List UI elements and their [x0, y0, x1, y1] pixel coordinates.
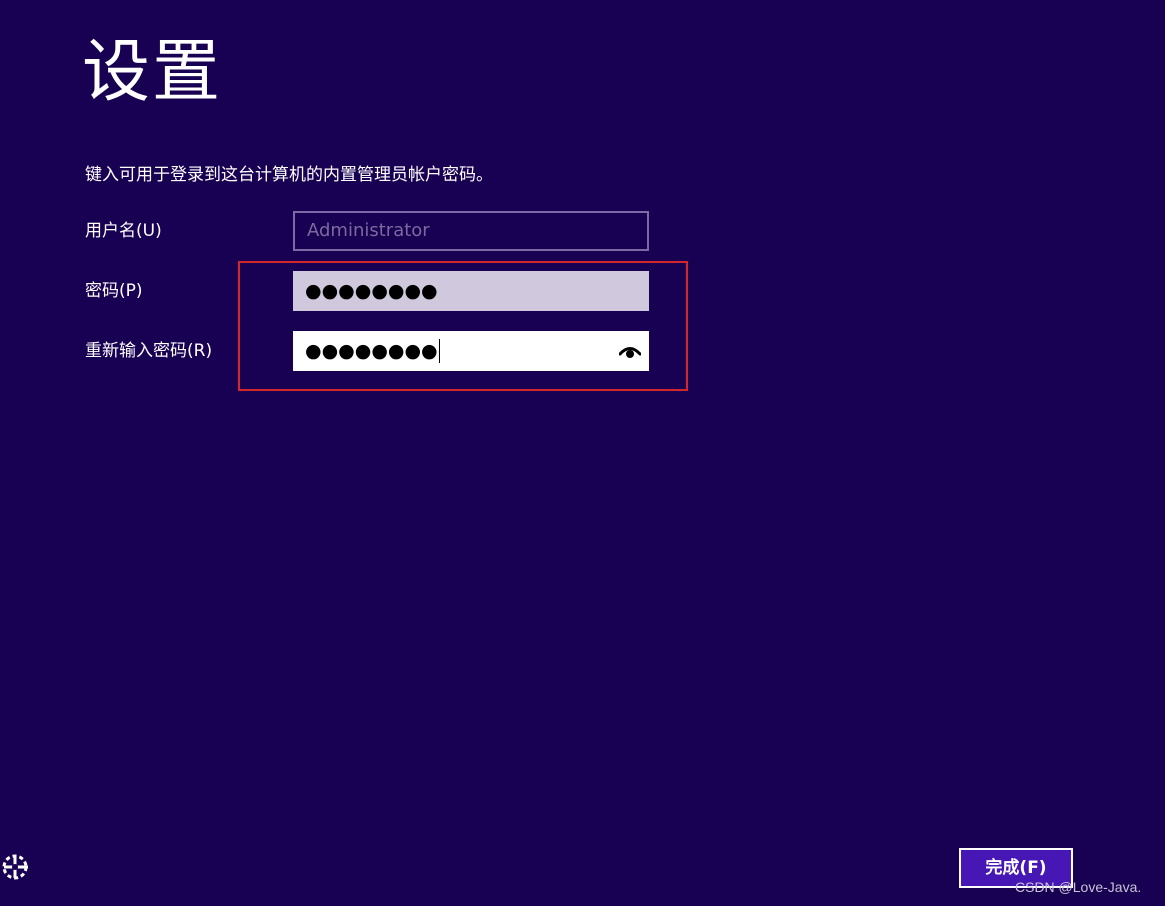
confirm-password-mask: ●●●●●●●●: [305, 340, 438, 362]
text-caret: [438, 338, 440, 363]
confirm-password-field[interactable]: ●●●●●●●●: [293, 331, 649, 371]
page-title: 设置: [82, 33, 223, 112]
password-field[interactable]: ●●●●●●●●: [293, 271, 649, 311]
password-mask: ●●●●●●●●: [305, 280, 438, 302]
password-label: 密码(P): [85, 281, 143, 301]
username-label: 用户名(U): [85, 221, 162, 241]
username-field[interactable]: Administrator: [293, 211, 649, 251]
ease-of-access-icon[interactable]: [0, 850, 32, 882]
username-placeholder: Administrator: [307, 220, 430, 241]
instruction-text: 键入可用于登录到这台计算机的内置管理员帐户密码。: [85, 165, 493, 185]
watermark: CSDN @Love-Java.: [1015, 879, 1142, 895]
confirm-password-label: 重新输入密码(R): [85, 341, 213, 361]
eye-icon[interactable]: [618, 342, 642, 360]
